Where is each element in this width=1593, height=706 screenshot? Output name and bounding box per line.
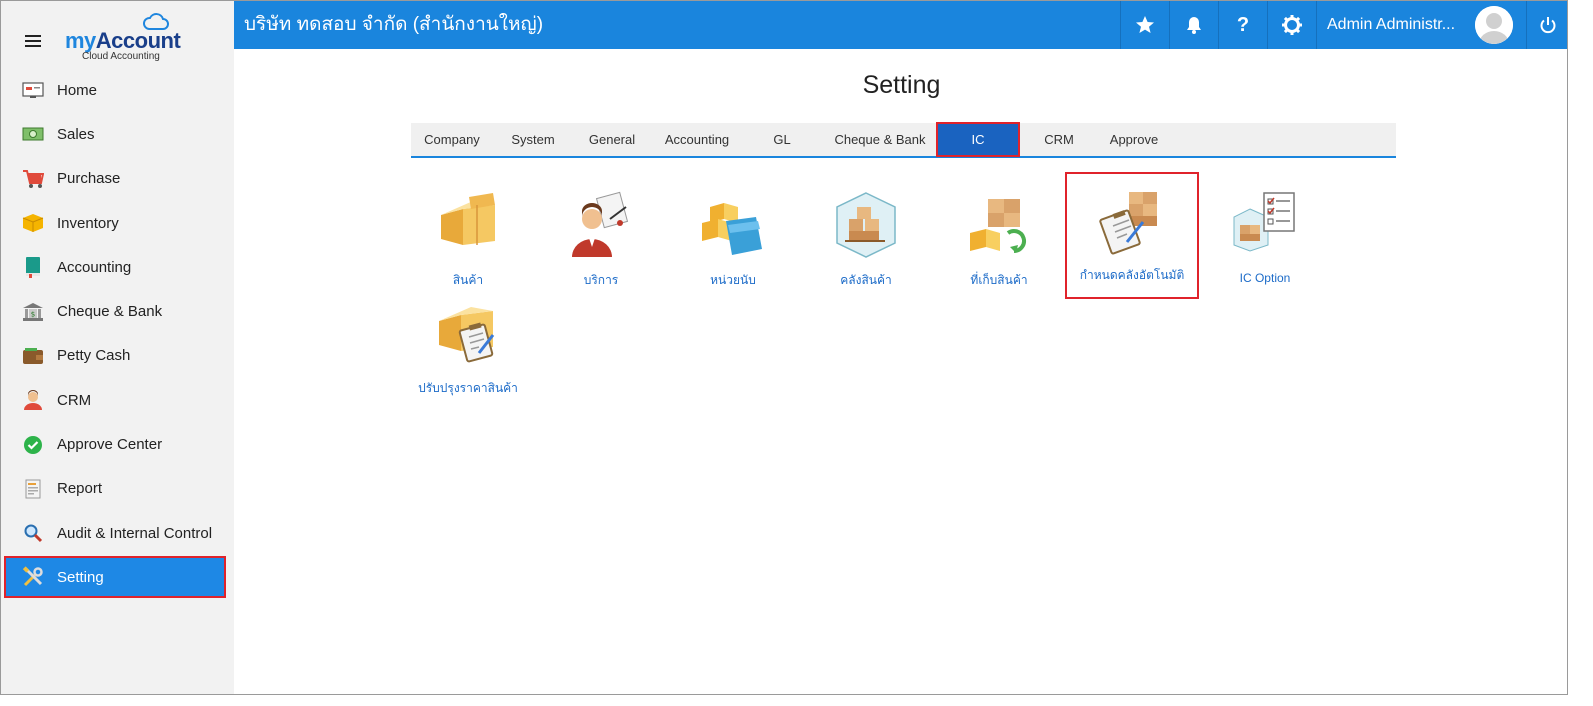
sidebar-item-label: Home [57,81,98,99]
logo[interactable]: myAccount Cloud Accounting [65,13,181,63]
sidebar-item-label: Petty Cash [57,347,131,365]
sidebar-item-cheque-bank[interactable]: $ Cheque & Bank [1,289,234,333]
tile-storage-location[interactable]: ที่เก็บสินค้า [939,181,1059,291]
tile-warehouse[interactable]: คลังสินค้า [806,181,926,291]
sidebar-item-audit-internal-control[interactable]: Audit & Internal Control [1,511,234,555]
settings-button[interactable] [1267,1,1316,49]
sidebar-item-label: Inventory [57,214,119,232]
sidebar: myAccount Cloud Accounting Home Sales Pu… [1,1,234,694]
settings-tabs: Company System General Accounting GL Che… [411,122,1396,158]
sidebar-item-setting[interactable]: Setting [4,556,226,599]
tab-gl[interactable]: GL [743,123,821,156]
price-adjust-icon [439,307,495,363]
sidebar-item-crm[interactable]: CRM [1,378,234,422]
tile-label: IC Option [1239,271,1291,285]
sidebar-item-label: Accounting [57,258,132,276]
star-icon [1136,16,1154,33]
storage-location-icon [970,199,1026,253]
tab-company[interactable]: Company [411,123,493,156]
sidebar-item-label: Audit & Internal Control [57,524,213,542]
service-person-icon [572,191,629,257]
avatar[interactable] [1475,6,1513,44]
auto-warehouse-icon [1099,192,1157,255]
sidebar-menu: Home Sales Purchase Inventory Accounting… [1,68,234,599]
tile-unit[interactable]: หน่วยนับ [673,181,793,291]
sidebar-item-label: Report [57,480,103,498]
tile-product[interactable]: สินค้า [408,181,528,291]
check-circle-icon [21,434,45,456]
page-title: Setting [862,71,941,99]
bell-icon [1187,17,1201,34]
tile-label: ปรับปรุงราคาสินค้า [418,381,518,395]
user-menu[interactable]: Admin Administr... [1316,1,1538,49]
tile-service[interactable]: บริการ [541,181,661,291]
sidebar-item-approve-center[interactable]: Approve Center [1,422,234,466]
brand: myAccount Cloud Accounting [1,1,234,67]
sidebar-item-home[interactable]: Home [1,68,234,112]
sidebar-item-label: Approve Center [57,436,163,454]
product-boxes-icon [441,193,495,245]
help-button[interactable]: ? [1218,1,1267,49]
app-window: myAccount Cloud Accounting Home Sales Pu… [0,0,1568,695]
home-icon [21,79,45,101]
magnifier-icon [21,522,45,544]
avatar-person-icon [1475,6,1513,44]
gear-icon [1282,15,1302,35]
sidebar-item-sales[interactable]: Sales [1,112,234,156]
sidebar-item-label: Cheque & Bank [57,303,163,321]
logo-subtitle: Cloud Accounting [82,51,160,62]
logout-button[interactable] [1526,1,1567,49]
tile-label: สินค้า [452,273,484,287]
favorites-button[interactable] [1120,1,1169,49]
notifications-button[interactable] [1169,1,1218,49]
tile-label: หน่วยนับ [710,273,756,287]
sidebar-item-inventory[interactable]: Inventory [1,201,234,245]
tab-cheque-bank[interactable]: Cheque & Bank [821,123,939,156]
sidebar-item-label: Sales [57,125,95,143]
tab-crm[interactable]: CRM [1019,123,1099,156]
tile-label: คลังสินค้า [840,273,892,287]
user-name: Admin Administr... [1327,16,1456,33]
hamburger-menu-icon[interactable] [25,35,41,47]
box-icon [21,212,45,234]
tile-label: ที่เก็บสินค้า [970,273,1028,287]
tab-approve[interactable]: Approve [1099,123,1169,156]
tile-label: กำหนดคลังอัตโนมัติ [1079,268,1185,282]
ic-option-icon [1233,192,1295,252]
tile-label: บริการ [583,273,619,287]
bank-icon: $ [21,301,45,323]
cart-icon [21,168,45,190]
warehouse-icon [836,192,896,258]
report-icon [21,478,45,500]
tile-auto-warehouse[interactable]: กำหนดคลังอัตโนมัติ [1065,172,1199,299]
tab-accounting[interactable]: Accounting [651,123,743,156]
person-icon [21,389,45,411]
sales-icon [21,123,45,145]
top-bar: บริษัท ทดสอบ จำกัด (สำนักงานใหญ่) ? Admi… [234,1,1567,49]
company-name[interactable]: บริษัท ทดสอบ จำกัด (สำนักงานใหญ่) [244,1,543,49]
sidebar-item-petty-cash[interactable]: Petty Cash [1,334,234,378]
sidebar-item-label: Purchase [57,170,121,188]
sidebar-item-report[interactable]: Report [1,467,234,511]
tab-general[interactable]: General [573,123,651,156]
svg-text:$: $ [31,310,35,318]
question-icon: ? [1236,13,1250,36]
ledger-icon [21,256,45,279]
sidebar-item-accounting[interactable]: Accounting [1,245,234,289]
power-icon [1540,17,1555,34]
tile-ic-option[interactable]: IC Option [1205,181,1325,291]
unit-folder-icon [702,203,762,255]
sidebar-item-purchase[interactable]: Purchase [1,157,234,201]
sidebar-item-label: Setting [57,568,104,586]
tab-system[interactable]: System [493,123,573,156]
wallet-icon [21,345,45,367]
tile-price-adjust[interactable]: ปรับปรุงราคาสินค้า [408,289,528,399]
tools-icon [21,566,45,588]
tab-ic[interactable]: IC [936,122,1020,157]
sidebar-item-label: CRM [57,391,92,409]
